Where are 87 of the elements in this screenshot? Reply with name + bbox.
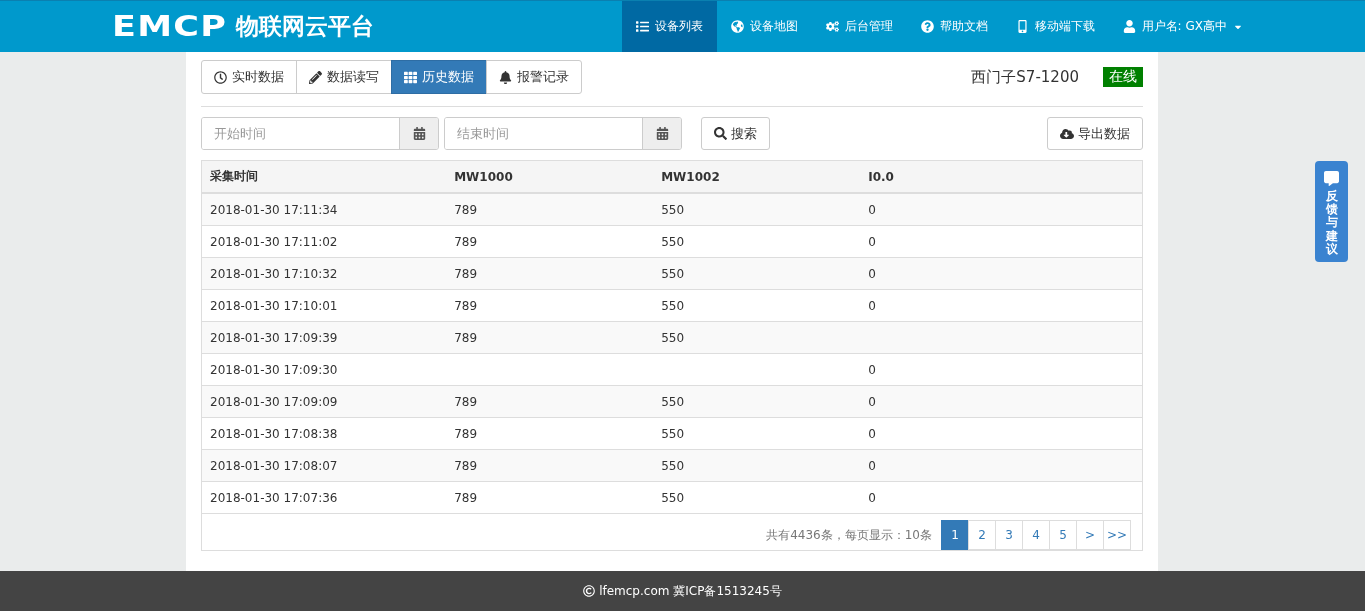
page-link[interactable]: > bbox=[1076, 520, 1104, 550]
help-icon bbox=[920, 20, 934, 33]
table-cell: 0 bbox=[868, 266, 876, 281]
calendar-icon bbox=[412, 127, 426, 140]
table-cell: 2018-01-30 17:07:36 bbox=[210, 490, 338, 505]
page-link[interactable]: 3 bbox=[995, 520, 1023, 550]
record-summary: 共有4436条，每页显示：10条 bbox=[766, 526, 932, 544]
calendar-button[interactable] bbox=[642, 118, 681, 149]
table-cell: 2018-01-30 17:09:09 bbox=[210, 394, 338, 409]
column-header: 采集时间 bbox=[201, 160, 447, 193]
table-cell: 0 bbox=[868, 458, 876, 473]
table-cell: 0 bbox=[868, 394, 876, 409]
table-cell: 550 bbox=[661, 202, 685, 217]
table-cell: 0 bbox=[868, 202, 876, 217]
nav-item[interactable]: 移动端下载 bbox=[1001, 1, 1109, 52]
copyright-icon bbox=[583, 585, 596, 597]
table-cell: 2018-01-30 17:11:34 bbox=[210, 202, 338, 217]
logo: EMCP bbox=[112, 10, 228, 43]
grid-icon bbox=[404, 70, 417, 84]
table-cell: 0 bbox=[868, 490, 876, 505]
table-cell: 2018-01-30 17:09:39 bbox=[210, 330, 338, 345]
cloud-download-icon bbox=[1060, 126, 1074, 141]
gears-icon bbox=[825, 20, 839, 33]
footer-text: lfemcp.com 冀ICP备1513245号 bbox=[599, 582, 782, 600]
table-cell: 2018-01-30 17:08:07 bbox=[210, 458, 338, 473]
table-cell: 0 bbox=[868, 426, 876, 441]
tab[interactable]: 历史数据 bbox=[391, 60, 487, 94]
user-icon bbox=[1122, 20, 1136, 33]
column-header: I0.0 bbox=[860, 160, 1143, 193]
calendar-icon bbox=[655, 127, 669, 140]
site-title: 物联网云平台 bbox=[236, 12, 375, 41]
table-cell: 550 bbox=[661, 458, 685, 473]
status-badge: 在线 bbox=[1103, 67, 1143, 87]
table-cell: 0 bbox=[868, 298, 876, 313]
table-cell: 550 bbox=[661, 234, 685, 249]
table-cell: 789 bbox=[454, 426, 478, 441]
page-link[interactable]: >> bbox=[1103, 520, 1131, 550]
chat-icon bbox=[1324, 171, 1339, 186]
table-cell: 550 bbox=[661, 330, 685, 345]
date-field[interactable]: 开始时间 bbox=[201, 117, 439, 150]
list-icon bbox=[635, 20, 649, 33]
table-cell: 2018-01-30 17:08:38 bbox=[210, 426, 338, 441]
nav-item[interactable]: 设备地图 bbox=[716, 1, 812, 52]
search-icon bbox=[714, 127, 727, 140]
table-cell: 2018-01-30 17:11:02 bbox=[210, 234, 338, 249]
column-header: MW1002 bbox=[653, 160, 861, 193]
table-cell: 789 bbox=[454, 298, 478, 313]
table-cell: 550 bbox=[661, 266, 685, 281]
nav-item[interactable]: 后台管理 bbox=[811, 1, 907, 52]
page-link[interactable]: 5 bbox=[1049, 520, 1077, 550]
table-cell: 789 bbox=[454, 266, 478, 281]
search-button[interactable]: 搜索 bbox=[701, 117, 770, 150]
table-cell: 789 bbox=[454, 458, 478, 473]
page-link[interactable]: 2 bbox=[968, 520, 996, 550]
globe-icon bbox=[730, 20, 744, 33]
device-name: 西门子S7-1200 bbox=[971, 67, 1079, 87]
table-cell: 550 bbox=[661, 490, 685, 505]
column-header: MW1000 bbox=[446, 160, 654, 193]
phone-icon bbox=[1015, 20, 1029, 33]
table-cell: 550 bbox=[661, 394, 685, 409]
page-link[interactable]: 1 bbox=[941, 520, 969, 550]
table-cell: 550 bbox=[661, 426, 685, 441]
table-cell: 0 bbox=[868, 234, 876, 249]
calendar-button[interactable] bbox=[399, 118, 438, 149]
bell-icon bbox=[499, 70, 512, 84]
nav-item[interactable]: 用户名: GX高中 bbox=[1108, 1, 1257, 52]
feedback-tab[interactable]: 反馈与建议 bbox=[1315, 161, 1348, 262]
table-cell: 2018-01-30 17:10:01 bbox=[210, 298, 338, 313]
table-cell: 789 bbox=[454, 394, 478, 409]
table-cell: 550 bbox=[661, 298, 685, 313]
table-cell: 789 bbox=[454, 330, 478, 345]
pencil-icon bbox=[309, 70, 322, 84]
table-cell: 789 bbox=[454, 202, 478, 217]
table-cell: 2018-01-30 17:10:32 bbox=[210, 266, 338, 281]
date-field[interactable]: 结束时间 bbox=[444, 117, 682, 150]
tab[interactable]: 实时数据 bbox=[201, 60, 297, 94]
nav-item[interactable]: 设备列表 bbox=[621, 1, 717, 52]
table-cell: 789 bbox=[454, 490, 478, 505]
table-cell: 0 bbox=[868, 362, 876, 377]
tab[interactable]: 报警记录 bbox=[486, 60, 582, 94]
clock-icon bbox=[214, 70, 227, 84]
table-cell: 789 bbox=[454, 234, 478, 249]
nav-item[interactable]: 帮助文档 bbox=[906, 1, 1002, 52]
export-button[interactable]: 导出数据 bbox=[1047, 117, 1143, 150]
table-cell: 2018-01-30 17:09:30 bbox=[210, 362, 338, 377]
page-link[interactable]: 4 bbox=[1022, 520, 1050, 550]
tab[interactable]: 数据读写 bbox=[296, 60, 392, 94]
